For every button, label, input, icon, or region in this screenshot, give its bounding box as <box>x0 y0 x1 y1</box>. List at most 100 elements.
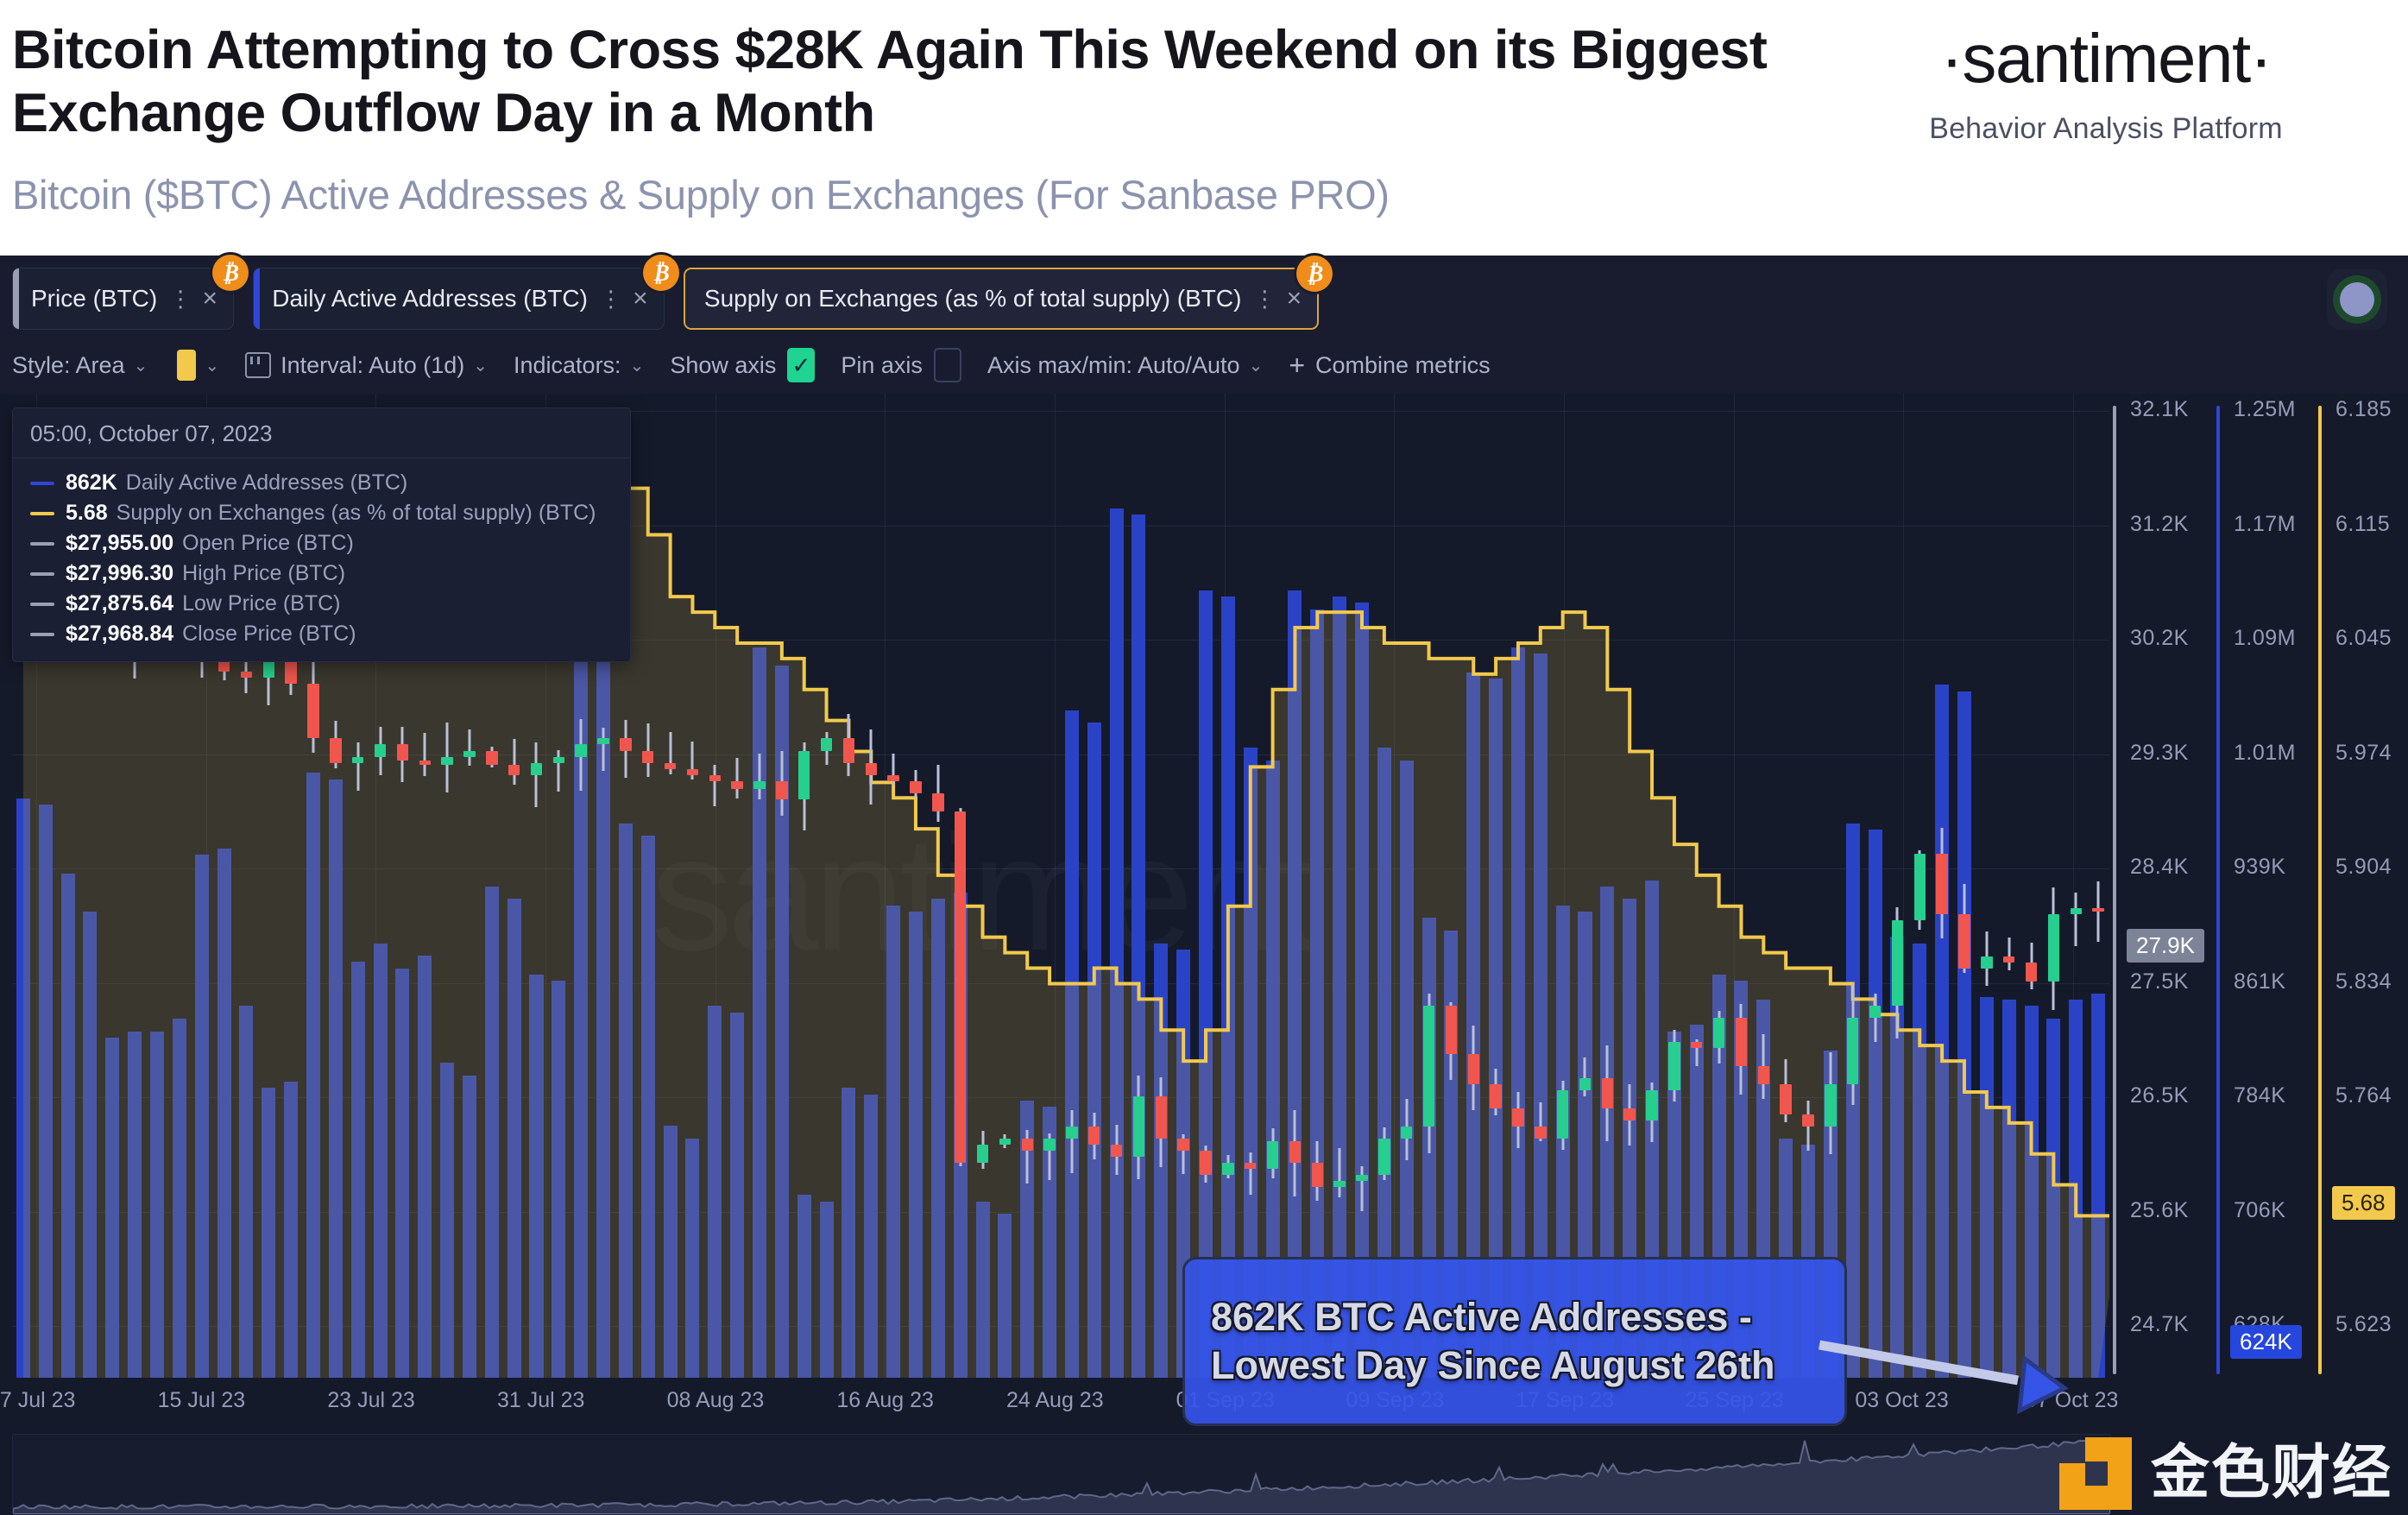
axis-tick-label: 25.6K <box>2130 1197 2189 1222</box>
candle-body <box>1155 1096 1168 1139</box>
candlestick <box>1266 394 1279 1378</box>
candlestick <box>664 394 677 1378</box>
tab-menu-icon[interactable]: ⋮ <box>169 287 192 310</box>
chevron-down-icon: ⌄ <box>205 356 220 376</box>
candlestick <box>1021 394 1033 1378</box>
candle-body <box>1356 1175 1368 1182</box>
candle-wick <box>534 742 538 808</box>
candlestick <box>1177 394 1189 1378</box>
axis-tick-label: 5.904 <box>2336 855 2392 879</box>
candlestick <box>1623 394 1636 1378</box>
candle-body <box>351 756 364 763</box>
range-selector-chart[interactable] <box>12 1434 2111 1515</box>
tooltip-value: $27,875.64 <box>66 591 174 615</box>
candlestick <box>1668 394 1680 1378</box>
color-selector[interactable]: ⌄ <box>173 350 219 381</box>
candle-body <box>1088 1127 1100 1146</box>
candlestick <box>1222 394 1234 1378</box>
axis-tick-label: 784K <box>2234 1083 2286 1108</box>
checkbox-unchecked-icon[interactable] <box>933 348 961 382</box>
candlestick <box>1378 394 1390 1378</box>
candlestick <box>1490 394 1502 1378</box>
y-axis-price[interactable]: 32.1K 31.2K 30.2K 29.3K 28.4K 27.5K 26.5K 25.6K… <box>2109 394 2213 1378</box>
show-axis-toggle[interactable]: Show axis ✓ <box>670 348 816 382</box>
chart-toolbar: Style: Area ⌄ ⌄ Interval: Auto (1d) ⌄ In… <box>12 345 1516 385</box>
candle-body <box>976 1145 989 1164</box>
candle-body <box>664 762 677 769</box>
tab-price-btc[interactable]: Price (BTC) ⋮ × ₿ <box>12 255 249 330</box>
tab-daily-active-addresses[interactable]: Daily Active Addresses (BTC) ⋮ × ₿ <box>253 255 679 330</box>
y-axis-supply-on-exchanges[interactable]: 6.1856.1156.0455.9745.9045.8345.7645.694… <box>2315 394 2408 1378</box>
candle-body <box>1780 1084 1792 1115</box>
checkbox-checked-icon[interactable]: ✓ <box>787 348 816 382</box>
sanbase-chart-app: Price (BTC) ⋮ × ₿ Daily Active Addresses… <box>0 255 2408 1515</box>
candlestick <box>642 394 654 1378</box>
candle-body <box>1646 1090 1658 1121</box>
candle-wick <box>735 757 739 799</box>
axis-line <box>2318 406 2322 1374</box>
tab-menu-icon[interactable]: ⋮ <box>600 287 622 310</box>
candle-body <box>1936 853 1948 915</box>
brand-name: ·santiment· <box>1940 20 2272 97</box>
chevron-down-icon: ⌄ <box>133 356 148 376</box>
candle-wick <box>356 742 360 792</box>
candlestick <box>1646 394 1658 1378</box>
axis-tick-label: 1.01M <box>2234 740 2296 765</box>
calendar-icon <box>245 352 272 378</box>
tooltip-series-name: High Price (BTC) <box>182 561 346 585</box>
x-axis-tick-label: 07 Oct 23 <box>2025 1388 2119 1412</box>
candlestick <box>1936 394 1948 1378</box>
candle-body <box>932 792 944 811</box>
candle-body <box>552 756 565 763</box>
tab-menu-icon[interactable]: ⋮ <box>1253 287 1276 310</box>
candle-body <box>1556 1090 1569 1139</box>
candle-wick <box>1360 1165 1364 1212</box>
article-header: Bitcoin Attempting to Cross $28K Again T… <box>0 0 2408 256</box>
candlestick <box>842 394 855 1378</box>
chart-canvas[interactable]: santiment 32.1K31.2K30.2K29.3K28.4K27.5K… <box>0 394 2408 1515</box>
candle-wick <box>602 727 605 772</box>
status-dot-icon <box>2340 282 2374 317</box>
indicators-selector[interactable]: Indicators: ⌄ <box>514 352 644 379</box>
candle-body <box>507 765 520 775</box>
combine-metrics-button[interactable]: + Combine metrics <box>1289 351 1490 379</box>
candlestick <box>887 394 899 1378</box>
pin-axis-toggle[interactable]: Pin axis <box>841 348 961 382</box>
style-selector[interactable]: Style: Area ⌄ <box>12 352 148 379</box>
tab-supply-on-exchanges[interactable]: Supply on Exchanges (as % of total suppl… <box>683 256 1333 330</box>
tooltip-value: $27,996.30 <box>66 561 174 585</box>
jinse-logo-text: 金色财经 <box>2150 1439 2392 1507</box>
axis-minmax-selector[interactable]: Axis max/min: Auto/Auto ⌄ <box>987 352 1263 379</box>
candlestick <box>1422 394 1435 1378</box>
live-status-indicator[interactable] <box>2327 269 2387 330</box>
candle-body <box>753 780 766 790</box>
candlestick <box>1802 394 1814 1378</box>
axis-minmax-label: Axis max/min: Auto/Auto <box>987 351 1240 378</box>
candle-body <box>1490 1084 1502 1109</box>
candle-body <box>1691 1041 1703 1048</box>
candlestick <box>1066 394 1078 1378</box>
tab-label: Supply on Exchanges (as % of total suppl… <box>703 285 1242 312</box>
axis-tick-label: 1.09M <box>2234 626 2296 650</box>
interval-selector[interactable]: Interval: Auto (1d) ⌄ <box>245 352 488 379</box>
candlestick <box>1913 394 1926 1378</box>
candlestick <box>1311 394 1323 1378</box>
candlestick <box>753 394 766 1378</box>
candle-body <box>686 768 699 775</box>
series-color-icon <box>30 632 54 636</box>
candle-body <box>2047 914 2060 982</box>
candle-wick <box>1249 1152 1252 1195</box>
axis-tick-label: 28.4K <box>2130 855 2189 879</box>
tooltip-series-name: Open Price (BTC) <box>182 531 354 555</box>
candlestick <box>797 394 810 1378</box>
candlestick <box>999 394 1012 1378</box>
y-axis-active-addresses[interactable]: 1.25M 1.17M 1.09M 1.01M 939K 861K 784K 706K 628K… <box>2213 394 2315 1378</box>
y-axes: 32.1K 31.2K 30.2K 29.3K 28.4K 27.5K 26.5K 25.6K… <box>2109 394 2408 1378</box>
axis-tick-label: 27.5K <box>2130 969 2189 994</box>
axis-tick-label: 24.7K <box>2130 1312 2189 1336</box>
candlestick <box>1043 394 1056 1378</box>
range-selector-sparkline <box>13 1439 2110 1514</box>
candle-body <box>1512 1108 1524 1127</box>
candle-body <box>642 750 654 763</box>
axis-tick-label: 1.17M <box>2234 511 2296 536</box>
